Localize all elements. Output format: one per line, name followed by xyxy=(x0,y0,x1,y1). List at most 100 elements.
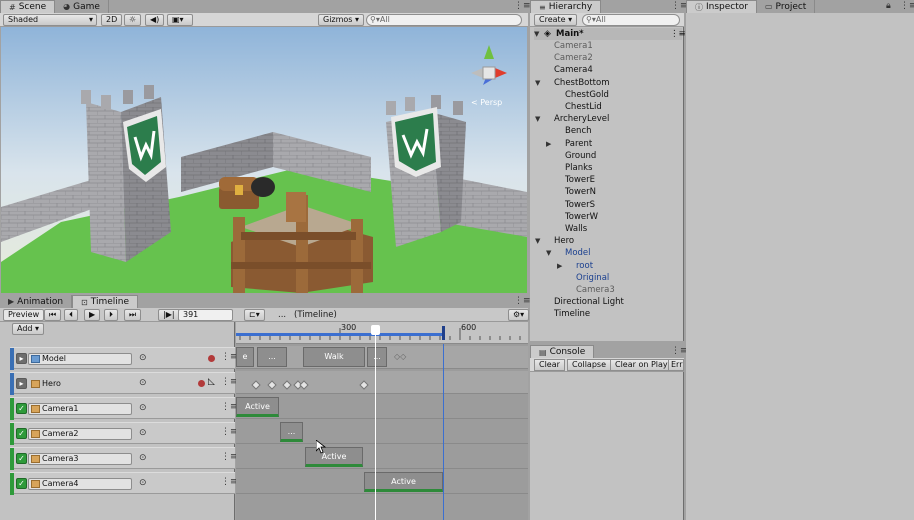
hierarchy-item[interactable]: Walls xyxy=(530,223,682,235)
timeline-zoom-button[interactable]: ⊏▾ xyxy=(244,309,265,321)
animation-clip[interactable]: e xyxy=(236,347,254,367)
hierarchy-item[interactable]: Bench xyxy=(530,125,682,137)
create-dropdown[interactable]: Create ▾ xyxy=(534,14,578,26)
track-row-camera1[interactable]: ✓ Camera1 ⊙ ⋮≡ xyxy=(10,397,238,420)
animation-clip-walk[interactable]: Walk xyxy=(303,347,365,367)
frame-field[interactable]: 391 xyxy=(178,309,233,321)
expand-arrow-icon[interactable]: ▼ xyxy=(535,113,540,125)
scene-root-row[interactable]: ▼ ◈ Main* ⋮≡ xyxy=(534,28,686,40)
scene-panel-menu-icon[interactable]: ⋮≡ xyxy=(514,1,531,11)
animation-clip[interactable]: ... xyxy=(367,347,387,367)
hierarchy-search-input[interactable]: ⚲▾All xyxy=(582,14,680,26)
animation-clip[interactable]: ... xyxy=(257,347,287,367)
hierarchy-item[interactable]: Camera3 xyxy=(530,284,682,296)
expand-arrow-icon[interactable]: ▼ xyxy=(535,77,540,89)
hierarchy-item[interactable]: Camera2 xyxy=(530,52,682,64)
hierarchy-item[interactable]: Directional Light xyxy=(530,296,682,308)
scene-viewport[interactable]: < Persp xyxy=(1,27,527,293)
hierarchy-item[interactable]: Camera1 xyxy=(530,40,682,52)
track-row-camera3[interactable]: ✓ Camera3 ⊙ ⋮≡ xyxy=(10,447,238,470)
audio-toggle-button[interactable]: ◀) xyxy=(145,14,165,26)
track-binding-field[interactable]: Camera3 xyxy=(28,453,132,465)
timeline-clip-area[interactable]: 300 600 e ... Walk ... ◇◇ Active ... Act… xyxy=(236,322,528,520)
effects-dropdown[interactable]: ▣▾ xyxy=(167,14,193,26)
draw-mode-dropdown[interactable]: Shaded ▾ xyxy=(3,14,97,26)
expand-toggle[interactable]: ▸ xyxy=(16,378,27,389)
tab-game[interactable]: ◕ Game xyxy=(55,0,109,13)
timeline-panel-menu-icon[interactable]: ⋮≡ xyxy=(514,296,531,306)
hierarchy-item[interactable]: ▼ Model xyxy=(530,247,682,259)
track-active-checkbox[interactable]: ✓ xyxy=(16,428,27,439)
hierarchy-item[interactable]: ChestGold xyxy=(530,89,682,101)
object-picker-icon[interactable]: ⊙ xyxy=(139,428,147,438)
next-frame-button[interactable]: ⏵ xyxy=(104,309,118,321)
track-row-camera2[interactable]: ✓ Camera2 ⊙ ⋮≡ xyxy=(10,422,238,445)
scene-menu-icon[interactable]: ⋮≡ xyxy=(670,28,686,40)
persp-label[interactable]: < Persp xyxy=(471,98,502,107)
object-picker-icon[interactable]: ⊙ xyxy=(139,403,147,413)
lock-icon[interactable]: 🔒︎ xyxy=(886,1,891,11)
hierarchy-item[interactable]: ▶ Parent xyxy=(530,138,682,150)
add-track-button[interactable]: Add ▾ xyxy=(12,323,45,335)
tab-project[interactable]: ▭ Project xyxy=(757,0,816,13)
console-clear-button[interactable]: Clear xyxy=(534,359,565,371)
expand-arrow-icon[interactable]: ▼ xyxy=(535,235,540,247)
hierarchy-item[interactable]: ▼ ArcheryLevel xyxy=(530,113,682,125)
record-icon[interactable] xyxy=(208,355,215,362)
track-active-checkbox[interactable]: ✓ xyxy=(16,453,27,464)
hierarchy-item[interactable]: TowerS xyxy=(530,199,682,211)
timeline-settings-button[interactable]: ⚙▾ xyxy=(508,309,530,321)
tab-hierarchy[interactable]: ≡ Hierarchy xyxy=(530,0,602,13)
collapse-arrow-icon[interactable]: ▶ xyxy=(546,138,551,150)
activation-clip[interactable]: ... xyxy=(280,422,303,442)
playhead-line[interactable] xyxy=(375,326,376,520)
last-frame-button[interactable]: ⏭ xyxy=(124,309,142,321)
hierarchy-item[interactable]: Planks xyxy=(530,162,682,174)
scene-search-input[interactable]: ⚲▾All xyxy=(366,14,522,26)
object-picker-icon[interactable]: ⊙ xyxy=(139,353,147,363)
hero-keyframes[interactable] xyxy=(236,372,528,394)
2d-toggle-button[interactable]: 2D xyxy=(101,14,123,26)
console-collapse-button[interactable]: Collapse xyxy=(567,359,611,371)
expand-toggle[interactable]: ▸ xyxy=(16,353,27,364)
object-picker-icon[interactable]: ⊙ xyxy=(139,478,147,488)
prev-frame-button[interactable]: ⏴ xyxy=(64,309,78,321)
hierarchy-item[interactable]: ▼ Hero xyxy=(530,235,682,247)
hierarchy-item[interactable]: ▼ ChestBottom xyxy=(530,77,682,89)
console-error-pause-button[interactable]: Err xyxy=(668,359,684,371)
tab-timeline[interactable]: ⊡ Timeline xyxy=(72,295,139,308)
lighting-toggle-button[interactable]: ☼ xyxy=(124,14,142,26)
expand-arrow-icon[interactable]: ▼ xyxy=(546,247,551,259)
expand-arrow-icon[interactable]: ▼ xyxy=(534,28,539,40)
tab-inspector[interactable]: ⓘ Inspector xyxy=(686,0,757,13)
track-binding-field[interactable]: Camera4 xyxy=(28,478,132,490)
console-log-area[interactable] xyxy=(530,372,684,520)
tab-animation[interactable]: ▶ Animation xyxy=(0,295,73,308)
track-binding-field[interactable]: Camera2 xyxy=(28,428,132,440)
first-frame-button[interactable]: ⏮ xyxy=(44,309,62,321)
hierarchy-item[interactable]: Timeline xyxy=(530,308,682,320)
track-row-model[interactable]: ▸ Model ⊙ ⋮≡ xyxy=(10,347,238,370)
preview-button[interactable]: Preview xyxy=(3,309,45,321)
hierarchy-item[interactable]: Original xyxy=(530,272,682,284)
track-binding-field[interactable]: Hero xyxy=(28,378,132,390)
object-picker-icon[interactable]: ⊙ xyxy=(139,378,147,388)
hierarchy-item[interactable]: Ground xyxy=(530,150,682,162)
console-clear-on-play-button[interactable]: Clear on Play xyxy=(610,359,673,371)
play-button[interactable]: ▶ xyxy=(84,309,101,321)
track-binding-field[interactable]: Camera1 xyxy=(28,403,132,415)
hierarchy-item[interactable]: Camera4 xyxy=(530,64,682,76)
record-icon[interactable] xyxy=(198,380,205,387)
activation-clip[interactable]: Active xyxy=(305,447,363,467)
collapse-arrow-icon[interactable]: ▶ xyxy=(557,260,562,272)
hierarchy-item[interactable]: ChestLid xyxy=(530,101,682,113)
track-active-checkbox[interactable]: ✓ xyxy=(16,478,27,489)
activation-clip[interactable]: Active xyxy=(236,397,279,417)
curves-icon[interactable]: ◺ xyxy=(208,377,215,387)
playhead-handle[interactable] xyxy=(371,325,380,335)
track-active-checkbox[interactable]: ✓ xyxy=(16,403,27,414)
track-row-camera4[interactable]: ✓ Camera4 ⊙ ⋮≡ xyxy=(10,472,238,495)
gizmos-dropdown[interactable]: Gizmos ▾ xyxy=(318,14,365,26)
tab-console[interactable]: ▤ Console xyxy=(530,345,595,358)
hierarchy-item[interactable]: TowerN xyxy=(530,186,682,198)
